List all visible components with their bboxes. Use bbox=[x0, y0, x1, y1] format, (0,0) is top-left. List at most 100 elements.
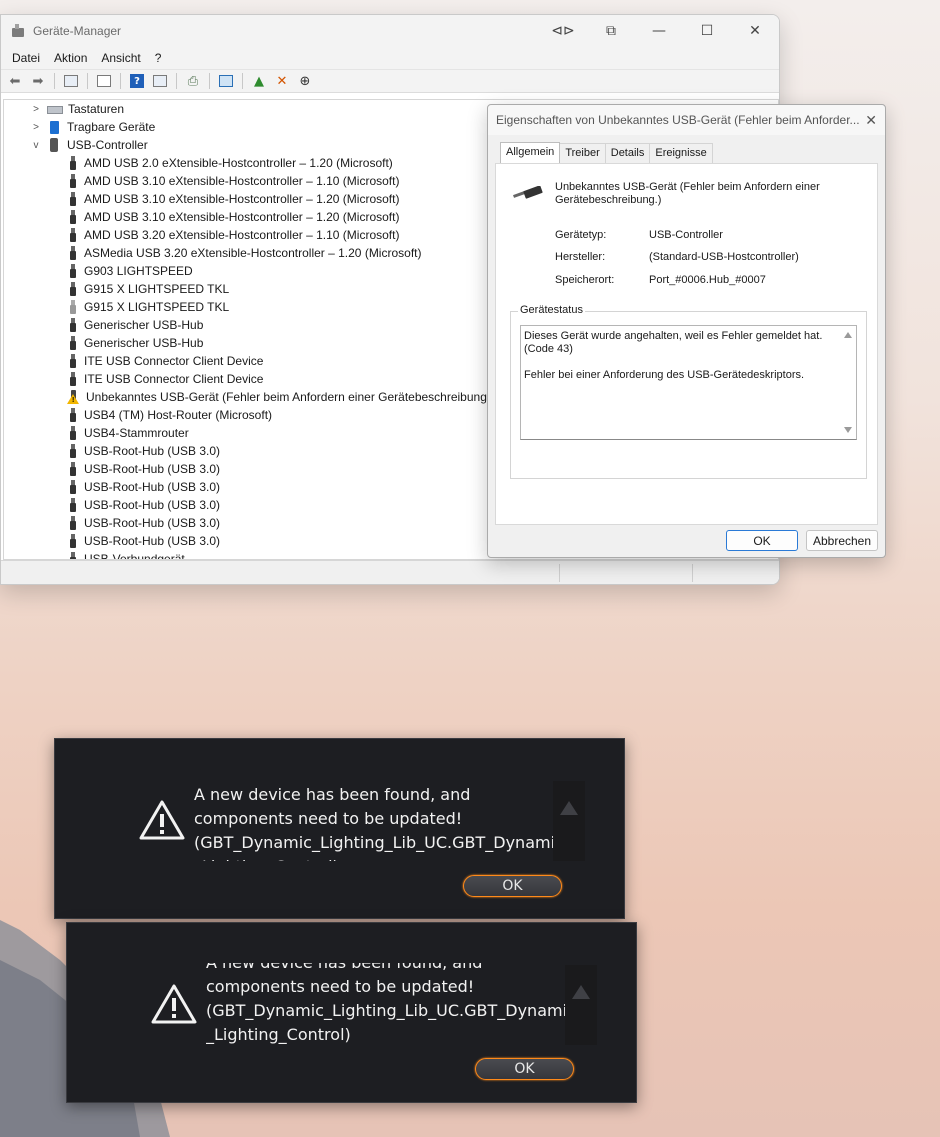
gbt-update-popup-2: A new device has been found, and compone… bbox=[66, 922, 637, 1103]
uninstall-icon[interactable]: ✕ bbox=[272, 72, 292, 90]
tab-details[interactable]: Details bbox=[604, 143, 651, 163]
view-list-icon[interactable] bbox=[150, 72, 170, 90]
tab-treiber[interactable]: Treiber bbox=[559, 143, 606, 163]
tab-allgemein[interactable]: Allgemein bbox=[500, 142, 561, 164]
dialog-title: Eigenschaften von Unbekanntes USB-Gerät … bbox=[488, 105, 885, 135]
title-bar: Geräte-Manager ⊲⊳ ⧉ — ☐ ✕ bbox=[1, 15, 779, 47]
usb-device-icon bbox=[70, 318, 76, 332]
scroll-down-icon[interactable] bbox=[844, 427, 852, 433]
usb-device-icon bbox=[70, 480, 76, 494]
info-label-speicherort: Speicherort: bbox=[555, 274, 615, 286]
usb-device-label: USB-Root-Hub (USB 3.0) bbox=[84, 534, 221, 548]
info-label-geraetetyp: Gerätetyp: bbox=[555, 229, 607, 241]
properties-icon[interactable] bbox=[94, 72, 114, 90]
usb-device-label: USB-Verbundgerät bbox=[84, 552, 185, 560]
forward-icon[interactable]: ➡ bbox=[28, 72, 48, 90]
usb-device-label: AMD USB 3.10 eXtensible-Hostcontroller –… bbox=[84, 210, 400, 224]
usb-device-label: ASMedia USB 3.20 eXtensible-Hostcontroll… bbox=[84, 246, 422, 260]
device-status-text: Dieses Gerät wurde angehalten, weil es F… bbox=[524, 330, 823, 381]
usb-device-label: AMD USB 3.10 eXtensible-Hostcontroller –… bbox=[84, 174, 400, 188]
usb-device-label: AMD USB 3.10 eXtensible-Hostcontroller –… bbox=[84, 192, 400, 206]
menu-datei[interactable]: Datei bbox=[5, 51, 47, 65]
scroll-up-icon[interactable] bbox=[844, 332, 852, 338]
popup-scrollbar[interactable] bbox=[565, 965, 597, 1045]
device-name: Unbekanntes USB-Gerät (Fehler beim Anfor… bbox=[555, 181, 820, 206]
properties-dialog: Eigenschaften von Unbekanntes USB-Gerät … bbox=[487, 104, 886, 558]
usb-device-label: ITE USB Connector Client Device bbox=[84, 372, 264, 386]
usb-device-label: G915 X LIGHTSPEED TKL bbox=[84, 300, 230, 314]
usb-device-icon bbox=[70, 552, 76, 559]
usb-device-icon bbox=[70, 498, 76, 512]
cancel-button[interactable]: Abbrechen bbox=[806, 530, 878, 551]
popup-message: A new device has been found, and compone… bbox=[206, 963, 566, 1044]
menu-aktion[interactable]: Aktion bbox=[47, 51, 94, 65]
scroll-up-icon[interactable] bbox=[560, 801, 578, 815]
usb-device-label: G903 LIGHTSPEED bbox=[84, 264, 193, 278]
keyboard-icon bbox=[47, 106, 63, 114]
usb-device-label: AMD USB 3.20 eXtensible-Hostcontroller –… bbox=[84, 228, 400, 242]
menu-bar: Datei Aktion Ansicht ? bbox=[1, 47, 779, 69]
tab-ereignisse[interactable]: Ereignisse bbox=[649, 143, 713, 163]
tab-bar: Allgemein Treiber Details Ereignisse bbox=[500, 142, 713, 164]
download-icon[interactable]: ⊕ bbox=[295, 72, 315, 90]
update-driver-icon[interactable]: ▲ bbox=[249, 72, 269, 90]
usb-device-label: ITE USB Connector Client Device bbox=[84, 354, 264, 368]
gbt-update-popup-1: A new device has been found, and compone… bbox=[54, 738, 625, 919]
help-icon[interactable]: ? bbox=[127, 72, 147, 90]
popup-ok-button[interactable]: OK bbox=[475, 1058, 574, 1080]
popup-message: A new device has been found, and compone… bbox=[194, 785, 554, 861]
usb-device-icon bbox=[70, 174, 76, 188]
popup-scrollbar[interactable] bbox=[553, 781, 585, 861]
usb-device-label: USB-Root-Hub (USB 3.0) bbox=[84, 516, 221, 530]
print-icon[interactable]: ⎙ bbox=[183, 72, 203, 90]
usb-device-icon bbox=[70, 210, 76, 224]
snap-icon[interactable]: ⊲⊳ bbox=[539, 15, 587, 47]
maximize-button[interactable]: ☐ bbox=[683, 15, 731, 47]
usb-device-icon bbox=[70, 534, 76, 548]
usb-device-label: USB-Root-Hub (USB 3.0) bbox=[84, 480, 221, 494]
usb-device-icon bbox=[70, 192, 76, 206]
usb-device-icon bbox=[70, 426, 76, 440]
back-icon[interactable]: ⬅ bbox=[5, 72, 25, 90]
usb-controller-icon bbox=[50, 138, 58, 152]
usb-device-label: USB-Root-Hub (USB 3.0) bbox=[84, 444, 221, 458]
usb-device-icon bbox=[70, 408, 76, 422]
usb-device-icon bbox=[70, 372, 76, 386]
menu-ansicht[interactable]: Ansicht bbox=[94, 51, 147, 65]
usb-device-label: G915 X LIGHTSPEED TKL bbox=[84, 282, 230, 296]
usb-device-icon bbox=[70, 336, 76, 350]
warning-icon bbox=[151, 984, 197, 1024]
scan-hardware-icon[interactable] bbox=[216, 72, 236, 90]
menu-help[interactable]: ? bbox=[148, 51, 169, 65]
info-value-hersteller: (Standard-USB-Hostcontroller) bbox=[649, 251, 799, 263]
chevron-right-icon[interactable]: > bbox=[30, 122, 42, 133]
info-label-hersteller: Hersteller: bbox=[555, 251, 606, 263]
toolbar: ⬅ ➡ ? ⎙ ▲ ✕ ⊕ bbox=[1, 69, 779, 93]
close-button[interactable]: ✕ bbox=[731, 15, 779, 47]
general-tab-panel: Unbekanntes USB-Gerät (Fehler beim Anfor… bbox=[495, 163, 878, 525]
view-icon[interactable] bbox=[61, 72, 81, 90]
ok-button[interactable]: OK bbox=[726, 530, 798, 551]
device-status-label: Gerätestatus bbox=[518, 304, 585, 316]
usb-device-icon bbox=[70, 462, 76, 476]
device-status-textbox[interactable]: Dieses Gerät wurde angehalten, weil es F… bbox=[520, 325, 857, 440]
usb-device-icon bbox=[70, 300, 76, 314]
minimize-button[interactable]: — bbox=[635, 15, 683, 47]
tree-category-label: Tragbare Geräte bbox=[67, 120, 156, 134]
usb-device-label: USB4 (TM) Host-Router (Microsoft) bbox=[84, 408, 273, 422]
status-bar bbox=[1, 560, 779, 584]
usb-device-icon bbox=[70, 156, 76, 170]
usb-device-icon bbox=[70, 228, 76, 242]
info-value-speicherort: Port_#0006.Hub_#0007 bbox=[649, 274, 766, 286]
usb-device-icon bbox=[70, 246, 76, 260]
chevron-right-icon[interactable]: > bbox=[30, 104, 42, 115]
usb-device-label: USB4-Stammrouter bbox=[84, 426, 189, 440]
scroll-up-icon[interactable] bbox=[572, 985, 590, 999]
popup-ok-button[interactable]: OK bbox=[463, 875, 562, 897]
usb-device-label: Generischer USB-Hub bbox=[84, 336, 204, 350]
close-icon[interactable]: ✕ bbox=[865, 112, 877, 129]
warning-icon bbox=[139, 800, 185, 840]
tile-icon[interactable]: ⧉ bbox=[587, 15, 635, 47]
chevron-down-icon[interactable]: v bbox=[30, 140, 42, 151]
usb-device-label: Generischer USB-Hub bbox=[84, 318, 204, 332]
